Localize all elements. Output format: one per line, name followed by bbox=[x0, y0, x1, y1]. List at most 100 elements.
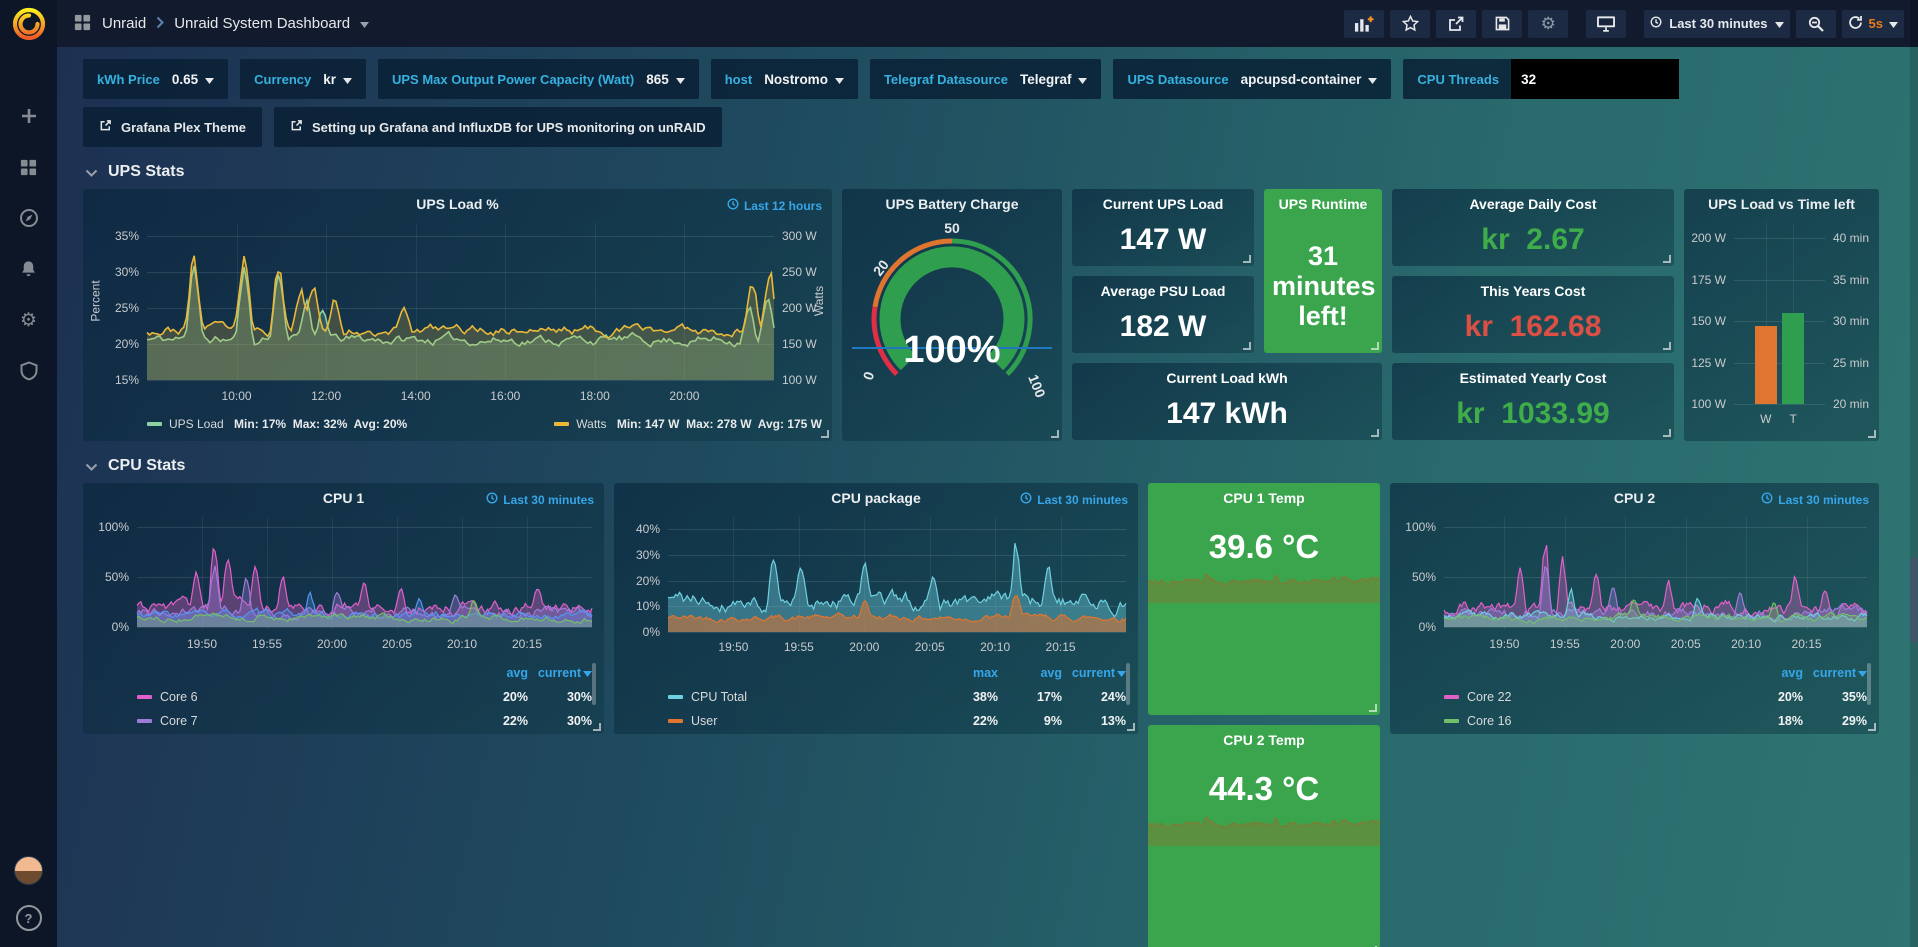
grafana-logo-icon[interactable] bbox=[11, 0, 47, 47]
zoom-out-button[interactable] bbox=[1796, 10, 1836, 38]
section-header-cpu-stats[interactable]: CPU Stats bbox=[85, 457, 1888, 475]
user-avatar[interactable] bbox=[14, 856, 43, 885]
apps-grid-icon[interactable] bbox=[73, 13, 92, 35]
sidebar-item-server-admin[interactable] bbox=[18, 360, 40, 382]
sidebar-item-create[interactable] bbox=[18, 105, 40, 127]
refresh-interval-label[interactable]: 5s bbox=[1869, 16, 1883, 31]
template-variables-row: kWh Price0.65CurrencykrUPS Max Output Po… bbox=[83, 59, 1888, 99]
sidebar-item-configuration[interactable]: ⚙ bbox=[18, 309, 40, 331]
svg-text:50: 50 bbox=[944, 220, 960, 236]
settings-button[interactable]: ⚙ bbox=[1528, 10, 1568, 38]
variable-value-dropdown[interactable]: Telegraf bbox=[1020, 72, 1088, 87]
panel-time-range[interactable]: Last 30 minutes bbox=[1761, 492, 1869, 507]
legend-column-header[interactable]: avg bbox=[1739, 666, 1803, 680]
x-axis-tick: 20:05 bbox=[898, 640, 962, 654]
dashboards-icon bbox=[19, 158, 38, 177]
legend-series: CPU Total bbox=[668, 690, 934, 704]
variable-value-dropdown[interactable]: Nostromo bbox=[764, 72, 844, 87]
dashboard-link[interactable]: Setting up Grafana and InfluxDB for UPS … bbox=[274, 107, 722, 147]
legend-series-name[interactable]: UPS Load bbox=[169, 417, 224, 431]
panel-title[interactable]: UPS Load vs Time left bbox=[1684, 196, 1879, 212]
legend-swatch bbox=[554, 422, 569, 426]
stat-panel-title[interactable]: CPU 1 Temp bbox=[1148, 490, 1380, 506]
help-icon[interactable]: ? bbox=[16, 905, 42, 931]
legend-swatch bbox=[1444, 695, 1459, 699]
legend-series-name[interactable]: Core 22 bbox=[1467, 690, 1511, 704]
legend-column-header[interactable]: current bbox=[1062, 666, 1126, 680]
legend-series: Core 22 bbox=[1444, 690, 1739, 704]
variable-value-dropdown[interactable]: 0.65 bbox=[172, 72, 214, 87]
panel-time-range[interactable]: Last 30 minutes bbox=[1020, 492, 1128, 507]
x-axis-tick: 20:00 bbox=[1593, 637, 1657, 651]
stat-panel-title[interactable]: UPS Runtime bbox=[1264, 196, 1382, 212]
refresh-icon bbox=[1848, 15, 1863, 33]
section-header-ups-stats[interactable]: UPS Stats bbox=[85, 163, 1888, 181]
stat-panel-title[interactable]: This Years Cost bbox=[1392, 283, 1674, 299]
stat-panel-title[interactable]: Current UPS Load bbox=[1072, 196, 1254, 212]
star-button[interactable] bbox=[1390, 10, 1430, 38]
panel-time-range[interactable]: Last 12 hours bbox=[727, 198, 822, 213]
chart-series bbox=[1444, 527, 1867, 627]
legend-series-name[interactable]: Core 7 bbox=[160, 714, 198, 728]
y-axis-tick: 30% bbox=[618, 548, 660, 562]
variable-value-dropdown[interactable]: kr bbox=[323, 72, 352, 87]
variable-value-dropdown[interactable]: apcupsd-container bbox=[1241, 72, 1378, 87]
sidebar-item-explore[interactable] bbox=[18, 207, 40, 229]
dashboard-link[interactable]: Grafana Plex Theme bbox=[83, 107, 262, 147]
dashboard-links-row: Grafana Plex Theme Setting up Grafana and… bbox=[83, 107, 1888, 147]
legend-column-header[interactable]: avg bbox=[998, 666, 1062, 680]
refresh-button[interactable]: 5s bbox=[1842, 10, 1904, 38]
legend-column-header[interactable]: max bbox=[934, 666, 998, 680]
save-button[interactable] bbox=[1482, 10, 1522, 38]
alerting-icon bbox=[19, 259, 38, 279]
share-button[interactable] bbox=[1436, 10, 1476, 38]
stat-panel-title[interactable]: Current Load kWh bbox=[1072, 370, 1382, 386]
panel-title[interactable]: UPS Load % bbox=[83, 196, 832, 212]
stat-panel-title[interactable]: Estimated Yearly Cost bbox=[1392, 370, 1674, 386]
variable-cpu-threads: CPU Threads bbox=[1403, 59, 1679, 99]
legend-scrollbar[interactable] bbox=[1126, 663, 1130, 705]
legend-series-name[interactable]: Core 16 bbox=[1467, 714, 1511, 728]
stat-panel-title[interactable]: Average PSU Load bbox=[1072, 283, 1254, 299]
chart-plot-area bbox=[668, 517, 1126, 632]
panel-time-range[interactable]: Last 30 minutes bbox=[486, 492, 594, 507]
legend-row: User22%9%13% bbox=[668, 709, 1126, 733]
legend-column-header[interactable]: avg bbox=[464, 666, 528, 680]
breadcrumb-dashboard[interactable]: Unraid System Dashboard bbox=[174, 15, 350, 32]
caret-down-icon[interactable] bbox=[360, 16, 369, 31]
legend-column-header[interactable]: current bbox=[1803, 666, 1867, 680]
window-scrollbar[interactable] bbox=[1910, 0, 1918, 947]
add-panel-button[interactable] bbox=[1344, 10, 1384, 38]
legend-value: 30% bbox=[528, 690, 592, 704]
stat-panel-value: kr 1033.99 bbox=[1392, 397, 1674, 431]
legend-series-name[interactable]: Core 6 bbox=[160, 690, 198, 704]
x-axis-tick: 20:00 bbox=[652, 389, 716, 403]
variable-value-input[interactable] bbox=[1511, 59, 1679, 99]
stat-panel-title[interactable]: CPU 2 Temp bbox=[1148, 732, 1380, 748]
legend-scrollbar[interactable] bbox=[592, 663, 596, 705]
legend-series: Core 16 bbox=[1444, 714, 1739, 728]
stat-panel-title[interactable]: Average Daily Cost bbox=[1392, 196, 1674, 212]
legend-scrollbar[interactable] bbox=[1867, 663, 1871, 705]
cycle-view-button[interactable] bbox=[1586, 10, 1626, 38]
x-axis-tick: 20:00 bbox=[832, 640, 896, 654]
time-range-picker[interactable]: Last 30 minutes bbox=[1644, 10, 1789, 38]
legend-row: Core 722%30% bbox=[137, 709, 592, 733]
scrollbar-thumb[interactable] bbox=[1911, 557, 1917, 643]
legend-value: 13% bbox=[1062, 714, 1126, 728]
sidebar-item-dashboards[interactable] bbox=[18, 156, 40, 178]
legend-series-name[interactable]: CPU Total bbox=[691, 690, 747, 704]
panel-cpu_package: CPU packageLast 30 minutes40%30%20%10%0%… bbox=[614, 483, 1138, 734]
legend-series-name[interactable]: Watts bbox=[576, 417, 606, 431]
breadcrumb-folder[interactable]: Unraid bbox=[102, 15, 146, 32]
legend-value: 17% bbox=[998, 690, 1062, 704]
y-axis-tick: 20 min bbox=[1833, 397, 1869, 411]
panel-title[interactable]: UPS Battery Charge bbox=[842, 196, 1062, 212]
legend-series-name[interactable]: User bbox=[691, 714, 717, 728]
legend-column-header[interactable]: current bbox=[528, 666, 592, 680]
main-area: Unraid Unraid System Dashboard ⚙ Last 30… bbox=[57, 0, 1918, 947]
variable-value-dropdown[interactable]: 865 bbox=[646, 72, 685, 87]
x-axis-tick: 19:50 bbox=[1472, 637, 1536, 651]
sidebar-item-alerting[interactable] bbox=[18, 258, 40, 280]
panel-average_daily_cost: Average Daily Costkr 2.67 bbox=[1392, 189, 1674, 266]
